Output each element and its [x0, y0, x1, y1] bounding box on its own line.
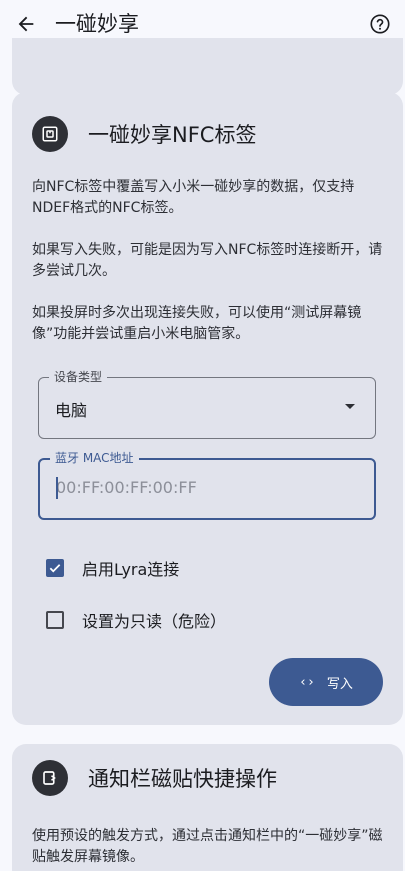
card-header: 通知栏磁贴快捷操作 — [32, 760, 277, 796]
readonly-checkbox-row[interactable]: 设置为只读（危险） — [46, 608, 226, 632]
text-caret — [56, 477, 58, 499]
arrow-back-icon — [18, 16, 34, 32]
device-type-label: 设备类型 — [49, 369, 108, 385]
device-type-value: 电脑 — [55, 401, 88, 420]
nfc-tag-card: 一碰妙享NFC标签 向NFC标签中覆盖写入小米一碰妙享的数据，仅支持NDEF格式… — [12, 92, 403, 725]
write-button-label: 写入 — [326, 676, 353, 692]
mac-address-label: 蓝牙 MAC地址 — [50, 450, 139, 466]
readonly-checkbox[interactable] — [46, 611, 64, 629]
card-title: 通知栏磁贴快捷操作 — [88, 767, 277, 791]
card-title: 一碰妙享NFC标签 — [88, 123, 257, 147]
help-circle-icon — [370, 14, 390, 34]
device-type-dropdown[interactable]: 设备类型 电脑 — [38, 369, 376, 439]
lyra-checkbox-row[interactable]: 启用Lyra连接 — [46, 556, 179, 580]
write-button[interactable]: ‹› 写入 — [269, 658, 383, 706]
page-title: 一碰妙享 — [55, 12, 139, 36]
previous-card — [12, 38, 403, 95]
mac-address-input[interactable]: 蓝牙 MAC地址 00:FF:00:FF:00:FF — [38, 450, 376, 520]
back-button[interactable] — [10, 8, 42, 40]
help-button[interactable] — [365, 9, 395, 39]
tile-shortcut-card: 通知栏磁贴快捷操作 使用预设的触发方式，通过点击通知栏中的“一碰妙享”磁贴触发屏… — [12, 744, 403, 871]
lyra-checkbox[interactable] — [46, 559, 64, 577]
lyra-checkbox-label: 启用Lyra连接 — [82, 560, 180, 579]
description-paragraph: 如果写入失败，可能是因为写入NFC标签时连接断开，请多尝试几次。 — [32, 242, 383, 279]
card-header: 一碰妙享NFC标签 — [32, 116, 256, 152]
dropdown-arrow-icon — [345, 404, 355, 409]
description-paragraph: 如果投屏时多次出现连接失败，可以使用“测试屏幕镜像”功能并尝试重启小米电脑管家。 — [32, 305, 362, 342]
tile-icon — [32, 760, 68, 796]
nfc-icon — [32, 116, 68, 152]
readonly-checkbox-label: 设置为只读（危险） — [82, 612, 227, 631]
description-paragraph: 向NFC标签中覆盖写入小米一碰妙享的数据，仅支持NDEF格式的NFC标签。 — [32, 179, 355, 216]
mac-address-placeholder: 00:FF:00:FF:00:FF — [56, 478, 197, 497]
check-icon — [49, 564, 61, 573]
description-paragraph: 使用预设的触发方式，通过点击通知栏中的“一碰妙享”磁贴触发屏幕镜像。 — [32, 828, 383, 865]
code-icon: ‹› — [299, 674, 315, 690]
